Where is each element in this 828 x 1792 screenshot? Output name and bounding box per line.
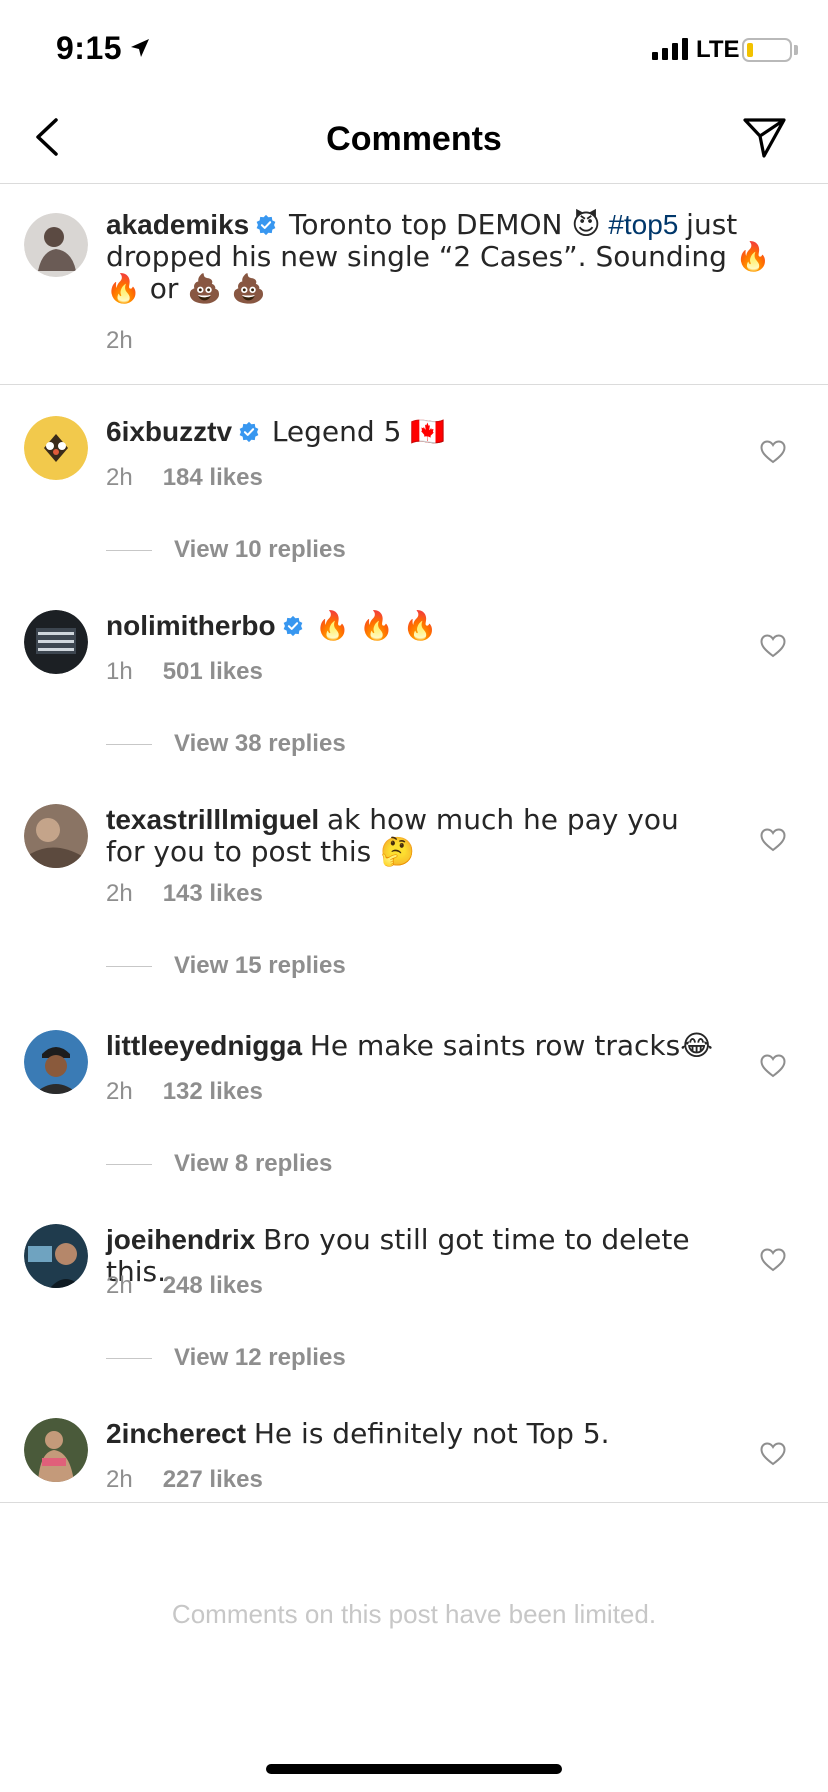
- caption-username[interactable]: akademiks: [106, 209, 249, 240]
- view-replies-button[interactable]: View 10 replies: [106, 536, 346, 564]
- caption-time: 2h: [106, 327, 133, 354]
- avatar[interactable]: [24, 1030, 88, 1094]
- heart-outline-icon[interactable]: [760, 1248, 786, 1272]
- view-replies-button[interactable]: View 8 replies: [106, 1150, 332, 1178]
- comment-time: 2h: [106, 464, 133, 491]
- battery-level: [747, 43, 753, 57]
- replies-divider: [106, 1164, 152, 1166]
- comment-meta: 1h 501 likes: [106, 658, 263, 686]
- post-caption: akademiks Toronto top DEMON 😈 #top5 just…: [0, 185, 828, 385]
- view-replies-label: View 8 replies: [174, 1150, 333, 1177]
- network-type: LTE: [696, 36, 740, 63]
- heart-outline-icon[interactable]: [760, 440, 786, 464]
- avatar[interactable]: [24, 610, 88, 674]
- avatar[interactable]: [24, 1224, 88, 1288]
- caption-text-start: Toronto top DEMON 😈: [289, 208, 601, 241]
- replies-divider: [106, 550, 152, 552]
- comment-item: 6ixbuzztv Legend 5 🇨🇦 2h 184 likes View 1…: [0, 416, 828, 566]
- comment-item: littleeyednigga He make saints row track…: [0, 1030, 828, 1180]
- comment-text: 2incherect He is definitely not Top 5.: [106, 1418, 726, 1450]
- battery-icon: [742, 38, 792, 62]
- comment-item: joeihendrix Bro you still got time to de…: [0, 1224, 828, 1374]
- comment-username[interactable]: texastrilllmiguel: [106, 804, 319, 835]
- comment-username[interactable]: nolimitherbo: [106, 610, 276, 641]
- comment-likes[interactable]: 227 likes: [163, 1466, 263, 1493]
- comment-meta: 2h 184 likes: [106, 464, 263, 492]
- comment-likes[interactable]: 143 likes: [163, 880, 263, 907]
- comment-text: nolimitherbo 🔥 🔥 🔥: [106, 610, 726, 642]
- comment-body: He is definitely not Top 5.: [253, 1417, 610, 1450]
- view-replies-button[interactable]: View 12 replies: [106, 1344, 346, 1372]
- status-time: 9:15: [56, 30, 123, 66]
- heart-outline-icon[interactable]: [760, 1054, 786, 1078]
- replies-divider: [106, 744, 152, 746]
- comment-likes[interactable]: 248 likes: [163, 1272, 263, 1299]
- comment-body: Legend 5 🇨🇦: [271, 415, 446, 448]
- view-replies-button[interactable]: View 38 replies: [106, 730, 346, 758]
- comment-item: 2incherect He is definitely not Top 5. 2…: [0, 1418, 828, 1498]
- avatar[interactable]: [24, 1418, 88, 1482]
- comment-text: 6ixbuzztv Legend 5 🇨🇦: [106, 416, 726, 448]
- comment-time: 2h: [106, 1466, 133, 1493]
- comment-body: 🔥 🔥 🔥: [315, 609, 438, 642]
- verified-badge-icon: [239, 421, 259, 443]
- comment-time: 2h: [106, 1078, 133, 1105]
- paper-plane-icon[interactable]: [740, 114, 788, 162]
- comment-body: He make saints row tracks😂: [309, 1029, 713, 1062]
- view-replies-label: View 10 replies: [174, 536, 346, 563]
- comment-text: littleeyednigga He make saints row track…: [106, 1030, 726, 1062]
- status-bar: 9:15 LTE: [0, 0, 828, 96]
- page-title: Comments: [326, 120, 502, 158]
- avatar[interactable]: [24, 416, 88, 480]
- comment-username[interactable]: joeihendrix: [106, 1224, 255, 1255]
- comments-footer: Comments on this post have been limited.: [0, 1502, 828, 1792]
- hashtag-link[interactable]: #top5: [608, 209, 678, 240]
- verified-badge-icon: [283, 615, 302, 637]
- comments-limited-notice: Comments on this post have been limited.: [171, 1599, 657, 1629]
- heart-outline-icon[interactable]: [760, 1442, 786, 1466]
- view-replies-button[interactable]: View 15 replies: [106, 952, 346, 980]
- home-indicator[interactable]: [266, 1764, 562, 1774]
- battery-cap: [794, 45, 798, 55]
- heart-outline-icon[interactable]: [760, 828, 786, 852]
- comment-text: texastrilllmiguel ak how much he pay you…: [106, 804, 726, 868]
- nav-header: Comments: [0, 96, 828, 184]
- avatar[interactable]: [24, 213, 88, 277]
- comment-time: 2h: [106, 1272, 133, 1299]
- comment-meta: 2h 227 likes: [106, 1466, 263, 1494]
- replies-divider: [106, 1358, 152, 1360]
- comment-meta: 2h 132 likes: [106, 1078, 263, 1106]
- heart-outline-icon[interactable]: [760, 634, 786, 658]
- comment-username[interactable]: 6ixbuzztv: [106, 416, 232, 447]
- comment-meta: 2h 143 likes: [106, 880, 263, 908]
- replies-divider: [106, 966, 152, 968]
- comment-username[interactable]: littleeyednigga: [106, 1030, 302, 1061]
- avatar[interactable]: [24, 804, 88, 868]
- comment-likes[interactable]: 132 likes: [163, 1078, 263, 1105]
- verified-badge-icon: [256, 214, 276, 236]
- comment-meta: 2h 248 likes: [106, 1272, 263, 1300]
- signal-strength-icon: [652, 38, 688, 60]
- comment-username[interactable]: 2incherect: [106, 1418, 246, 1449]
- comment-time: 1h: [106, 658, 133, 685]
- comment-item: texastrilllmiguel ak how much he pay you…: [0, 804, 828, 984]
- caption-text: akademiks Toronto top DEMON 😈 #top5 just…: [106, 209, 806, 305]
- comment-likes[interactable]: 501 likes: [163, 658, 263, 685]
- view-replies-label: View 12 replies: [174, 1344, 346, 1371]
- location-arrow-icon: [131, 39, 149, 57]
- view-replies-label: View 38 replies: [174, 730, 346, 757]
- comment-time: 2h: [106, 880, 133, 907]
- comment-item: nolimitherbo 🔥 🔥 🔥 1h 501 likes View 38 r…: [0, 610, 828, 760]
- comment-likes[interactable]: 184 likes: [163, 464, 263, 491]
- view-replies-label: View 15 replies: [174, 952, 346, 979]
